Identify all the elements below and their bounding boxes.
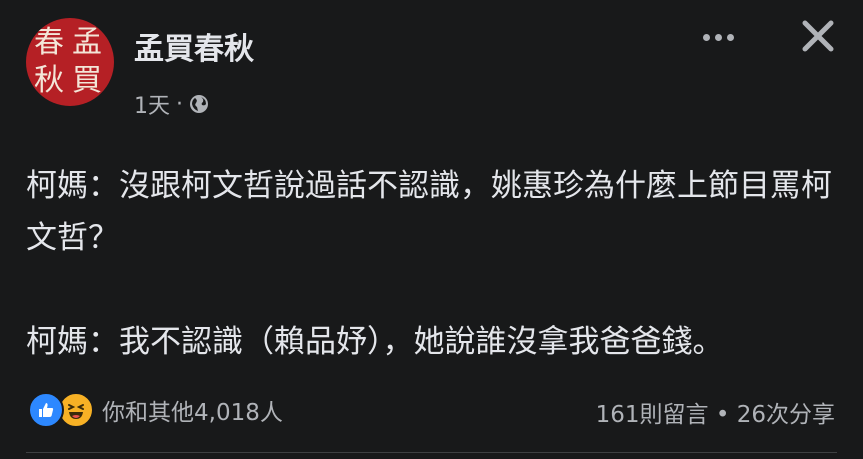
counts-separator: •	[715, 402, 730, 428]
page-name[interactable]: 孟買春秋	[134, 24, 254, 68]
more-horizontal-icon	[702, 33, 710, 41]
post-paragraph: 柯媽：沒跟柯文哲說過話不認識，姚惠珍為什麼上節目罵柯文哲？	[26, 168, 832, 256]
avatar-char: 買	[72, 63, 102, 98]
post-time[interactable]: 1天	[134, 88, 170, 120]
globe-icon	[189, 94, 209, 114]
avatar-char: 春	[34, 25, 64, 60]
reactions-count: 你和其他4,018人	[102, 400, 283, 426]
shares-count[interactable]: 26次分享	[737, 402, 835, 428]
more-options-button[interactable]	[696, 22, 740, 52]
avatar-char: 秋	[34, 63, 64, 98]
reactions-summary[interactable]: 你和其他4,018人	[28, 392, 283, 428]
avatar-char: 孟	[72, 25, 102, 60]
page-avatar[interactable]: 春 孟 秋 買	[26, 18, 114, 106]
post-meta: 1天 ·	[134, 88, 209, 120]
post-body: 柯媽：沒跟柯文哲說過話不認識，姚惠珍為什麼上節目罵柯文哲？ 柯媽：我不認識（賴品…	[26, 160, 846, 368]
like-icon	[28, 392, 64, 428]
post-paragraph: 柯媽：我不認識（賴品妤），她說誰沒拿我爸爸錢。	[26, 324, 724, 360]
meta-separator: ·	[176, 91, 183, 117]
close-icon	[802, 20, 834, 52]
footer-divider	[26, 452, 837, 453]
comments-count[interactable]: 161則留言	[596, 402, 709, 428]
close-button[interactable]	[800, 18, 836, 54]
engagement-counts: 161則留言 • 26次分享	[596, 395, 835, 429]
